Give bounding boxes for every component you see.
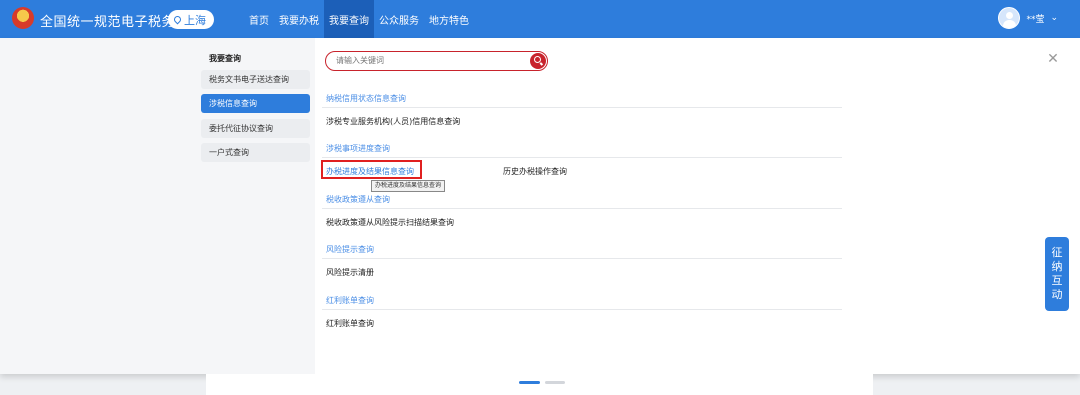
- float-char: 征: [1051, 246, 1063, 259]
- search-icon[interactable]: [530, 53, 546, 69]
- nav-home[interactable]: 首页: [244, 0, 274, 38]
- divider: [322, 157, 842, 158]
- background-content: [206, 374, 873, 395]
- nav-query[interactable]: 我要查询: [324, 0, 374, 38]
- carousel-indicator-active[interactable]: [519, 381, 540, 384]
- user-name: **莹: [1026, 14, 1045, 25]
- carousel-indicator[interactable]: [545, 381, 565, 384]
- highlight-box: [321, 160, 422, 179]
- site-title[interactable]: 全国统一规范电子税务局: [40, 11, 189, 30]
- main-nav: 首页 我要办税 我要查询 公众服务 地方特色: [244, 0, 474, 38]
- nav-tax-handling[interactable]: 我要办税: [274, 0, 324, 38]
- divider: [322, 107, 842, 108]
- link-risk-register[interactable]: 风险提示清册: [326, 267, 374, 278]
- float-char: 动: [1051, 288, 1063, 301]
- sidebar-item-one-household[interactable]: 一户式查询: [201, 143, 310, 162]
- float-char: 纳: [1051, 260, 1063, 273]
- link-history-operations[interactable]: 历史办税操作查询: [503, 166, 567, 177]
- region-selector[interactable]: 上海: [168, 10, 214, 29]
- float-char: 互: [1051, 274, 1063, 287]
- section-title-dividend: 红利账单查询: [326, 296, 374, 305]
- chevron-down-icon: ⌄: [1050, 13, 1058, 23]
- emblem-icon: [12, 7, 34, 29]
- search-box: [325, 51, 548, 71]
- divider: [322, 258, 842, 259]
- tooltip: 办税进度及结果信息查询: [371, 180, 446, 192]
- divider: [322, 309, 842, 310]
- link-credit-query[interactable]: 涉税专业服务机构(人员)信用信息查询: [326, 116, 460, 127]
- section-title-credit: 纳税信用状态信息查询: [326, 94, 406, 103]
- link-dividend-bill[interactable]: 红利账单查询: [326, 318, 374, 329]
- user-avatar-icon: [998, 7, 1021, 29]
- nav-public-service[interactable]: 公众服务: [374, 0, 424, 38]
- close-icon[interactable]: ✕: [1046, 52, 1060, 66]
- query-menu-panel: 我要查询 税务文书电子送达查询 涉税信息查询 委托代征协议查询 一户式查询 ✕ …: [0, 38, 1080, 374]
- sidebar-title: 我要查询: [209, 54, 241, 63]
- interaction-float-button[interactable]: 征 纳 互 动: [1045, 237, 1069, 311]
- nav-local-features[interactable]: 地方特色: [424, 0, 474, 38]
- sidebar-item-tax-info[interactable]: 涉税信息查询: [201, 94, 310, 113]
- divider: [322, 208, 842, 209]
- top-nav-bar: 全国统一规范电子税务局 上海 首页 我要办税 我要查询 公众服务 地方特色 **…: [0, 0, 1080, 38]
- section-title-policy: 税收政策遵从查询: [326, 195, 390, 204]
- sidebar-item-doc-delivery[interactable]: 税务文书电子送达查询: [201, 70, 310, 89]
- region-label: 上海: [184, 13, 206, 27]
- sidebar: 我要查询 税务文书电子送达查询 涉税信息查询 委托代征协议查询 一户式查询: [0, 38, 315, 374]
- section-title-risk: 风险提示查询: [326, 245, 374, 254]
- section-title-progress: 涉税事项进度查询: [326, 144, 390, 153]
- user-menu[interactable]: **莹 ⌄: [998, 7, 1058, 29]
- link-policy-risk-scan[interactable]: 税收政策遵从风险提示扫描结果查询: [326, 217, 454, 228]
- location-pin-icon: [172, 14, 183, 25]
- search-input[interactable]: [336, 56, 516, 65]
- sidebar-item-agency-agreement[interactable]: 委托代征协议查询: [201, 119, 310, 138]
